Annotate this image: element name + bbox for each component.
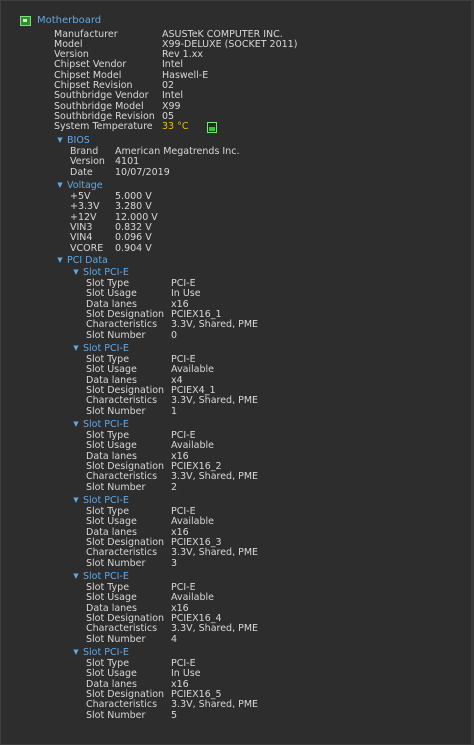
section-title: Slot PCI-E xyxy=(83,419,129,430)
property-label: Characteristics xyxy=(86,395,158,407)
motherboard-property-row[interactable]: Model X99-DELUXE (SOCKET 2011) xyxy=(54,39,468,50)
pci-slot-property-row[interactable]: Characteristics 3.3V, Shared, PME xyxy=(86,699,468,711)
pci-slot-property-row[interactable]: Slot Number 4 xyxy=(86,633,468,645)
section-title: Slot PCI-E xyxy=(83,267,129,278)
property-label: Characteristics xyxy=(86,547,158,559)
property-label: Characteristics xyxy=(86,699,158,711)
property-label: Date xyxy=(70,166,93,178)
pci-slot-property-row[interactable]: Slot Usage In Use xyxy=(86,288,468,299)
property-label: Slot Number xyxy=(86,405,146,417)
property-label: Slot Number xyxy=(86,557,146,569)
pci-slot-property-row[interactable]: Slot Type PCI-E xyxy=(86,278,468,289)
pci-slot-property-row[interactable]: Slot Number 1 xyxy=(86,405,468,417)
property-label: Slot Number xyxy=(86,329,146,341)
pci-slot-property-row[interactable]: Characteristics 3.3V, Shared, PME xyxy=(86,319,468,331)
property-value: 33 °C xyxy=(162,121,189,133)
collapse-chevron-icon[interactable]: ▼ xyxy=(55,180,65,191)
pci-slot-property-row[interactable]: Characteristics 3.3V, Shared, PME xyxy=(86,471,468,483)
pci-slot-property-row[interactable]: Slot Type PCI-E xyxy=(86,430,468,441)
property-label: Slot Number xyxy=(86,709,146,721)
pci-slot-property-row[interactable]: Slot Type PCI-E xyxy=(86,582,468,593)
property-value: 0 xyxy=(171,329,178,341)
tree-root-motherboard[interactable]: Motherboard xyxy=(20,15,101,26)
collapse-chevron-icon[interactable]: ▼ xyxy=(71,647,81,658)
property-value: 5 xyxy=(171,709,178,721)
pci-slot-property-row[interactable]: Slot Number 2 xyxy=(86,481,468,493)
motherboard-icon xyxy=(20,15,31,26)
property-value: 3.3V, Shared, PME xyxy=(171,319,259,331)
collapse-chevron-icon[interactable]: ▼ xyxy=(71,343,81,354)
property-value: 3 xyxy=(171,557,178,569)
section-pci-data[interactable]: ▼ PCI Data xyxy=(55,255,108,266)
property-label: VIN4 xyxy=(70,232,93,244)
section-pci-slot[interactable]: ▼ Slot PCI-E xyxy=(71,343,129,354)
pci-slot-property-row[interactable]: Characteristics 3.3V, Shared, PME xyxy=(86,395,468,407)
property-value: 1 xyxy=(171,405,178,417)
pci-slot-property-row[interactable]: Characteristics 3.3V, Shared, PME xyxy=(86,623,468,635)
section-pci-slot[interactable]: ▼ Slot PCI-E xyxy=(71,495,129,506)
section-voltage[interactable]: ▼ Voltage xyxy=(55,180,103,191)
property-value: 3.3V, Shared, PME xyxy=(171,395,259,407)
property-value: 4 xyxy=(171,633,178,645)
collapse-chevron-icon[interactable]: ▼ xyxy=(71,267,81,278)
property-value: 3.3V, Shared, PME xyxy=(171,699,259,711)
pci-slot-property-row[interactable]: Slot Number 5 xyxy=(86,709,468,721)
pci-slot-property-row[interactable]: Slot Number 3 xyxy=(86,557,468,569)
pci-slot-property-row[interactable]: Slot Usage Available xyxy=(86,364,468,375)
property-label: System Temperature xyxy=(54,121,153,133)
section-pci-slot[interactable]: ▼ Slot PCI-E xyxy=(71,267,129,278)
property-value: 0.904 V xyxy=(115,242,152,254)
property-value: 2 xyxy=(171,481,178,493)
thermometer-icon xyxy=(207,122,217,134)
voltage-property-row[interactable]: VCORE 0.904 V xyxy=(70,242,468,254)
pci-slot-property-row[interactable]: Slot Type PCI-E xyxy=(86,506,468,517)
section-pci-slot[interactable]: ▼ Slot PCI-E xyxy=(71,647,129,658)
property-label: Characteristics xyxy=(86,471,158,483)
collapse-chevron-icon[interactable]: ▼ xyxy=(55,255,65,266)
section-pci-slot[interactable]: ▼ Slot PCI-E xyxy=(71,419,129,430)
property-value: 0.096 V xyxy=(115,232,152,244)
section-title: BIOS xyxy=(67,135,90,146)
property-value: 3.3V, Shared, PME xyxy=(171,471,259,483)
pci-slot-property-row[interactable]: Slot Number 0 xyxy=(86,329,468,341)
section-bios[interactable]: ▼ BIOS xyxy=(55,135,90,146)
collapse-chevron-icon[interactable]: ▼ xyxy=(71,419,81,430)
section-title: Slot PCI-E xyxy=(83,647,129,658)
pci-slot-property-row[interactable]: Slot Type PCI-E xyxy=(86,658,468,669)
pci-slot-property-row[interactable]: Slot Usage Available xyxy=(86,592,468,603)
property-label: Characteristics xyxy=(86,623,158,635)
section-title: Slot PCI-E xyxy=(83,495,129,506)
collapse-chevron-icon[interactable]: ▼ xyxy=(55,135,65,146)
motherboard-panel: { "root": {"label": "Motherboard"}, "mb"… xyxy=(0,0,474,745)
pci-slot-property-row[interactable]: Characteristics 3.3V, Shared, PME xyxy=(86,547,468,559)
system-temperature-row[interactable]: System Temperature 33 °C xyxy=(54,121,468,134)
section-title: PCI Data xyxy=(67,255,108,266)
pci-slot-property-row[interactable]: Slot Usage In Use xyxy=(86,668,468,679)
collapse-chevron-icon[interactable]: ▼ xyxy=(71,495,81,506)
property-label: Slot Number xyxy=(86,481,146,493)
pci-slot-property-row[interactable]: Slot Usage Available xyxy=(86,516,468,527)
bios-property-row[interactable]: Date 10/07/2019 xyxy=(70,166,468,178)
property-value: 3.3V, Shared, PME xyxy=(171,547,259,559)
property-label: Characteristics xyxy=(86,319,158,331)
pci-slot-property-row[interactable]: Slot Usage Available xyxy=(86,440,468,451)
section-title: Slot PCI-E xyxy=(83,343,129,354)
property-value: 3.3V, Shared, PME xyxy=(171,623,259,635)
section-title: Slot PCI-E xyxy=(83,571,129,582)
section-pci-slot[interactable]: ▼ Slot PCI-E xyxy=(71,571,129,582)
collapse-chevron-icon[interactable]: ▼ xyxy=(71,571,81,582)
section-title: Voltage xyxy=(67,180,103,191)
motherboard-title: Motherboard xyxy=(37,15,102,26)
property-value: 10/07/2019 xyxy=(115,166,170,178)
voltage-property-row[interactable]: VIN4 0.096 V xyxy=(70,232,468,244)
pci-slot-property-row[interactable]: Slot Type PCI-E xyxy=(86,354,468,365)
property-label: Slot Number xyxy=(86,633,146,645)
property-label: VCORE xyxy=(70,242,104,254)
